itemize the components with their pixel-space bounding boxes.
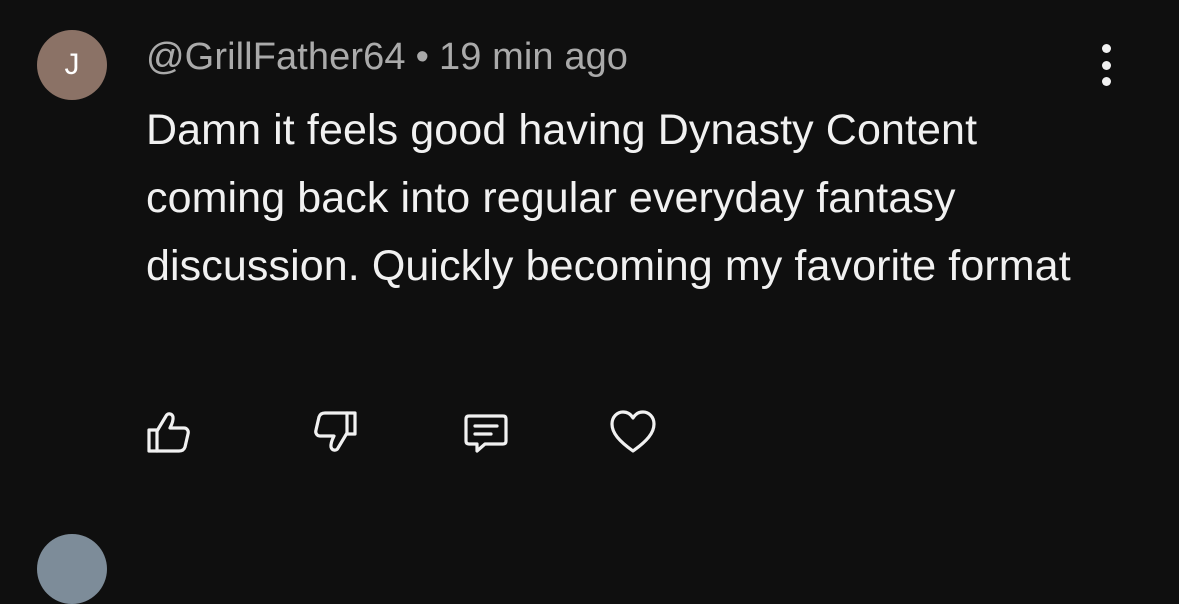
meta-separator: • — [415, 36, 430, 78]
reply-icon — [464, 414, 508, 453]
more-dot — [1101, 44, 1111, 53]
comment-time: 19 min ago — [439, 36, 629, 78]
more-options-icon[interactable] — [1090, 44, 1122, 86]
avatar-letter: J — [64, 48, 80, 81]
comment-text: Damn it feels good having Dynasty Conten… — [146, 106, 1071, 290]
heart-icon — [610, 410, 656, 453]
more-dot — [1101, 77, 1111, 86]
dislike-button[interactable] — [308, 404, 364, 460]
comment-item: J @GrillFather64 • 19 min ago Damn it feel… — [0, 0, 1179, 546]
avatar[interactable]: J — [37, 30, 107, 100]
more-dot — [1101, 60, 1111, 70]
author-name[interactable]: @GrillFather64 — [146, 36, 406, 78]
thumbs-down-icon — [314, 411, 357, 452]
comment-meta: @GrillFather64 • 19 min ago — [146, 36, 628, 79]
like-button[interactable] — [140, 404, 196, 460]
next-comment-avatar[interactable] — [37, 534, 107, 604]
heart-button[interactable] — [605, 404, 661, 460]
comment-actions — [0, 404, 1179, 460]
reply-button[interactable] — [458, 404, 514, 460]
thumbs-up-icon — [147, 412, 190, 453]
